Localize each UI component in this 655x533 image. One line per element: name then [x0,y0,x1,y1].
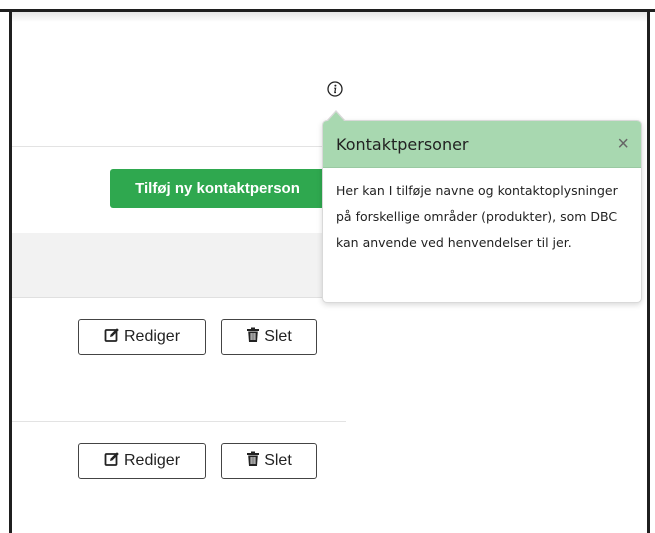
edit-button[interactable]: Rediger [78,319,206,355]
delete-button[interactable]: Slet [221,319,317,355]
popover-title: Kontaktpersoner [336,134,469,154]
edit-button-label: Rediger [123,452,181,469]
help-popover: Kontaktpersoner × Her kan I tilføje navn… [322,120,642,303]
close-icon[interactable]: × [617,134,629,154]
delete-button-label: Slet [264,452,292,469]
window-border-top [0,9,655,12]
top-shadow [12,12,647,22]
info-icon[interactable] [327,81,343,97]
delete-button-label: Slet [264,328,292,345]
section-divider [12,146,342,147]
popover-header: Kontaktpersoner × [323,121,641,168]
popover-arrow-fill [328,112,344,121]
edit-button-label: Rediger [123,328,181,345]
table-header [12,233,346,298]
popover-body: Her kan I tilføje navne og kontaktoplysn… [336,183,618,250]
window-border-right [647,9,650,533]
add-contact-button[interactable]: Tilføj ny kontaktperson [110,169,325,208]
edit-button[interactable]: Rediger [78,443,206,479]
trash-icon [246,451,260,472]
row-divider [12,421,346,422]
trash-icon [246,327,260,348]
edit-icon [104,451,120,472]
delete-button[interactable]: Slet [221,443,317,479]
edit-icon [104,327,120,348]
